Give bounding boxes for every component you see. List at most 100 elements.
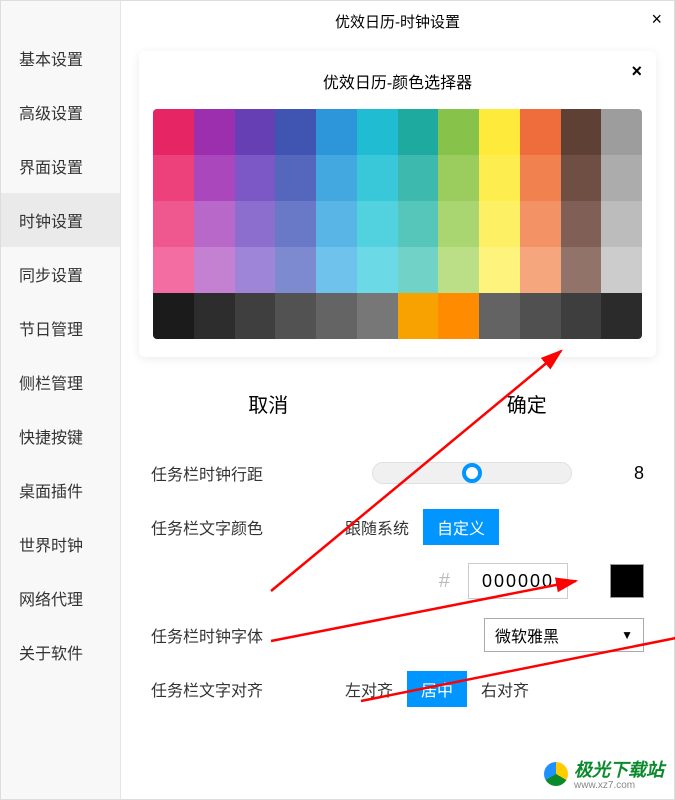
- color-cell[interactable]: [601, 109, 642, 155]
- color-cell[interactable]: [398, 201, 439, 247]
- font-value: 微软雅黑: [495, 623, 559, 647]
- sidebar-item[interactable]: 世界时钟: [1, 517, 120, 571]
- sidebar-item[interactable]: 界面设置: [1, 139, 120, 193]
- slider-thumb-icon[interactable]: [462, 463, 482, 483]
- color-cell[interactable]: [153, 109, 194, 155]
- align-left-button[interactable]: 左对齐: [331, 671, 407, 707]
- hex-input[interactable]: [468, 563, 568, 599]
- color-cell[interactable]: [398, 247, 439, 293]
- color-cell[interactable]: [601, 155, 642, 201]
- color-cell[interactable]: [398, 155, 439, 201]
- color-cell[interactable]: [438, 247, 479, 293]
- color-cell[interactable]: [357, 293, 398, 339]
- chevron-down-icon: ▼: [621, 628, 633, 642]
- color-cell[interactable]: [357, 109, 398, 155]
- sidebar-item[interactable]: 桌面插件: [1, 463, 120, 517]
- color-cell[interactable]: [357, 201, 398, 247]
- sidebar-item[interactable]: 基本设置: [1, 31, 120, 85]
- color-cell[interactable]: [194, 201, 235, 247]
- color-cell[interactable]: [153, 293, 194, 339]
- confirm-button[interactable]: 确定: [477, 381, 577, 426]
- color-cell[interactable]: [235, 109, 276, 155]
- color-cell[interactable]: [601, 247, 642, 293]
- line-spacing-slider[interactable]: [372, 462, 572, 484]
- color-cell[interactable]: [520, 109, 561, 155]
- color-cell[interactable]: [479, 247, 520, 293]
- color-grid: [153, 109, 642, 339]
- color-cell[interactable]: [520, 247, 561, 293]
- line-spacing-value: 8: [614, 463, 644, 484]
- color-cell[interactable]: [316, 155, 357, 201]
- color-cell[interactable]: [398, 109, 439, 155]
- color-cell[interactable]: [194, 155, 235, 201]
- color-cell[interactable]: [438, 293, 479, 339]
- custom-color-button[interactable]: 自定义: [423, 509, 499, 545]
- color-cell[interactable]: [316, 293, 357, 339]
- follow-system-button[interactable]: 跟随系统: [331, 509, 423, 545]
- row-font: 任务栏时钟字体 微软雅黑 ▼: [151, 608, 644, 662]
- watermark: 极光下载站 www.xz7.com: [544, 756, 664, 791]
- color-cell[interactable]: [601, 293, 642, 339]
- color-cell[interactable]: [316, 109, 357, 155]
- color-cell[interactable]: [479, 201, 520, 247]
- color-cell[interactable]: [235, 293, 276, 339]
- color-cell[interactable]: [561, 247, 602, 293]
- sidebar-item[interactable]: 时钟设置: [1, 193, 120, 247]
- color-cell[interactable]: [520, 201, 561, 247]
- color-cell[interactable]: [316, 201, 357, 247]
- color-cell[interactable]: [398, 293, 439, 339]
- color-cell[interactable]: [438, 201, 479, 247]
- color-cell[interactable]: [235, 247, 276, 293]
- color-cell[interactable]: [194, 247, 235, 293]
- color-cell[interactable]: [235, 201, 276, 247]
- color-cell[interactable]: [275, 247, 316, 293]
- color-cell[interactable]: [561, 155, 602, 201]
- color-cell[interactable]: [601, 201, 642, 247]
- color-swatch[interactable]: [610, 564, 644, 598]
- sidebar-item[interactable]: 节日管理: [1, 301, 120, 355]
- sidebar-item[interactable]: 网络代理: [1, 571, 120, 625]
- font-select[interactable]: 微软雅黑 ▼: [484, 618, 644, 652]
- color-cell[interactable]: [275, 293, 316, 339]
- color-cell[interactable]: [153, 247, 194, 293]
- color-cell[interactable]: [479, 109, 520, 155]
- cancel-button[interactable]: 取消: [218, 381, 318, 426]
- sidebar: 基本设置高级设置界面设置时钟设置同步设置节日管理侧栏管理快捷按键桌面插件世界时钟…: [1, 1, 121, 799]
- main-panel: 优效日历-时钟设置 × × 优效日历-颜色选择器 取消 确定 任务栏时钟行距 8: [121, 1, 674, 799]
- sidebar-item[interactable]: 关于软件: [1, 625, 120, 679]
- row-line-spacing: 任务栏时钟行距 8: [151, 446, 644, 500]
- color-cell[interactable]: [520, 293, 561, 339]
- watermark-name: 极光下载站: [574, 760, 664, 780]
- sidebar-item[interactable]: 高级设置: [1, 85, 120, 139]
- color-cell[interactable]: [275, 201, 316, 247]
- watermark-url: www.xz7.com: [574, 780, 664, 791]
- color-cell[interactable]: [194, 293, 235, 339]
- close-icon[interactable]: ×: [651, 9, 662, 30]
- color-cell[interactable]: [479, 293, 520, 339]
- row-hex: #: [151, 554, 644, 608]
- sidebar-item[interactable]: 同步设置: [1, 247, 120, 301]
- align-center-button[interactable]: 居中: [407, 671, 467, 707]
- color-cell[interactable]: [235, 155, 276, 201]
- align-right-button[interactable]: 右对齐: [467, 671, 543, 707]
- color-cell[interactable]: [316, 247, 357, 293]
- sidebar-item[interactable]: 快捷按键: [1, 409, 120, 463]
- color-cell[interactable]: [194, 109, 235, 155]
- color-cell[interactable]: [275, 155, 316, 201]
- color-cell[interactable]: [438, 109, 479, 155]
- sidebar-item[interactable]: 侧栏管理: [1, 355, 120, 409]
- color-cell[interactable]: [561, 109, 602, 155]
- color-cell[interactable]: [153, 155, 194, 201]
- color-cell[interactable]: [520, 155, 561, 201]
- color-cell[interactable]: [438, 155, 479, 201]
- text-color-label: 任务栏文字颜色: [151, 515, 301, 539]
- color-cell[interactable]: [153, 201, 194, 247]
- color-cell[interactable]: [357, 247, 398, 293]
- color-picker-title: 优效日历-颜色选择器: [153, 69, 642, 93]
- color-cell[interactable]: [357, 155, 398, 201]
- color-cell[interactable]: [275, 109, 316, 155]
- close-icon[interactable]: ×: [631, 61, 642, 82]
- color-cell[interactable]: [561, 201, 602, 247]
- color-cell[interactable]: [479, 155, 520, 201]
- color-cell[interactable]: [561, 293, 602, 339]
